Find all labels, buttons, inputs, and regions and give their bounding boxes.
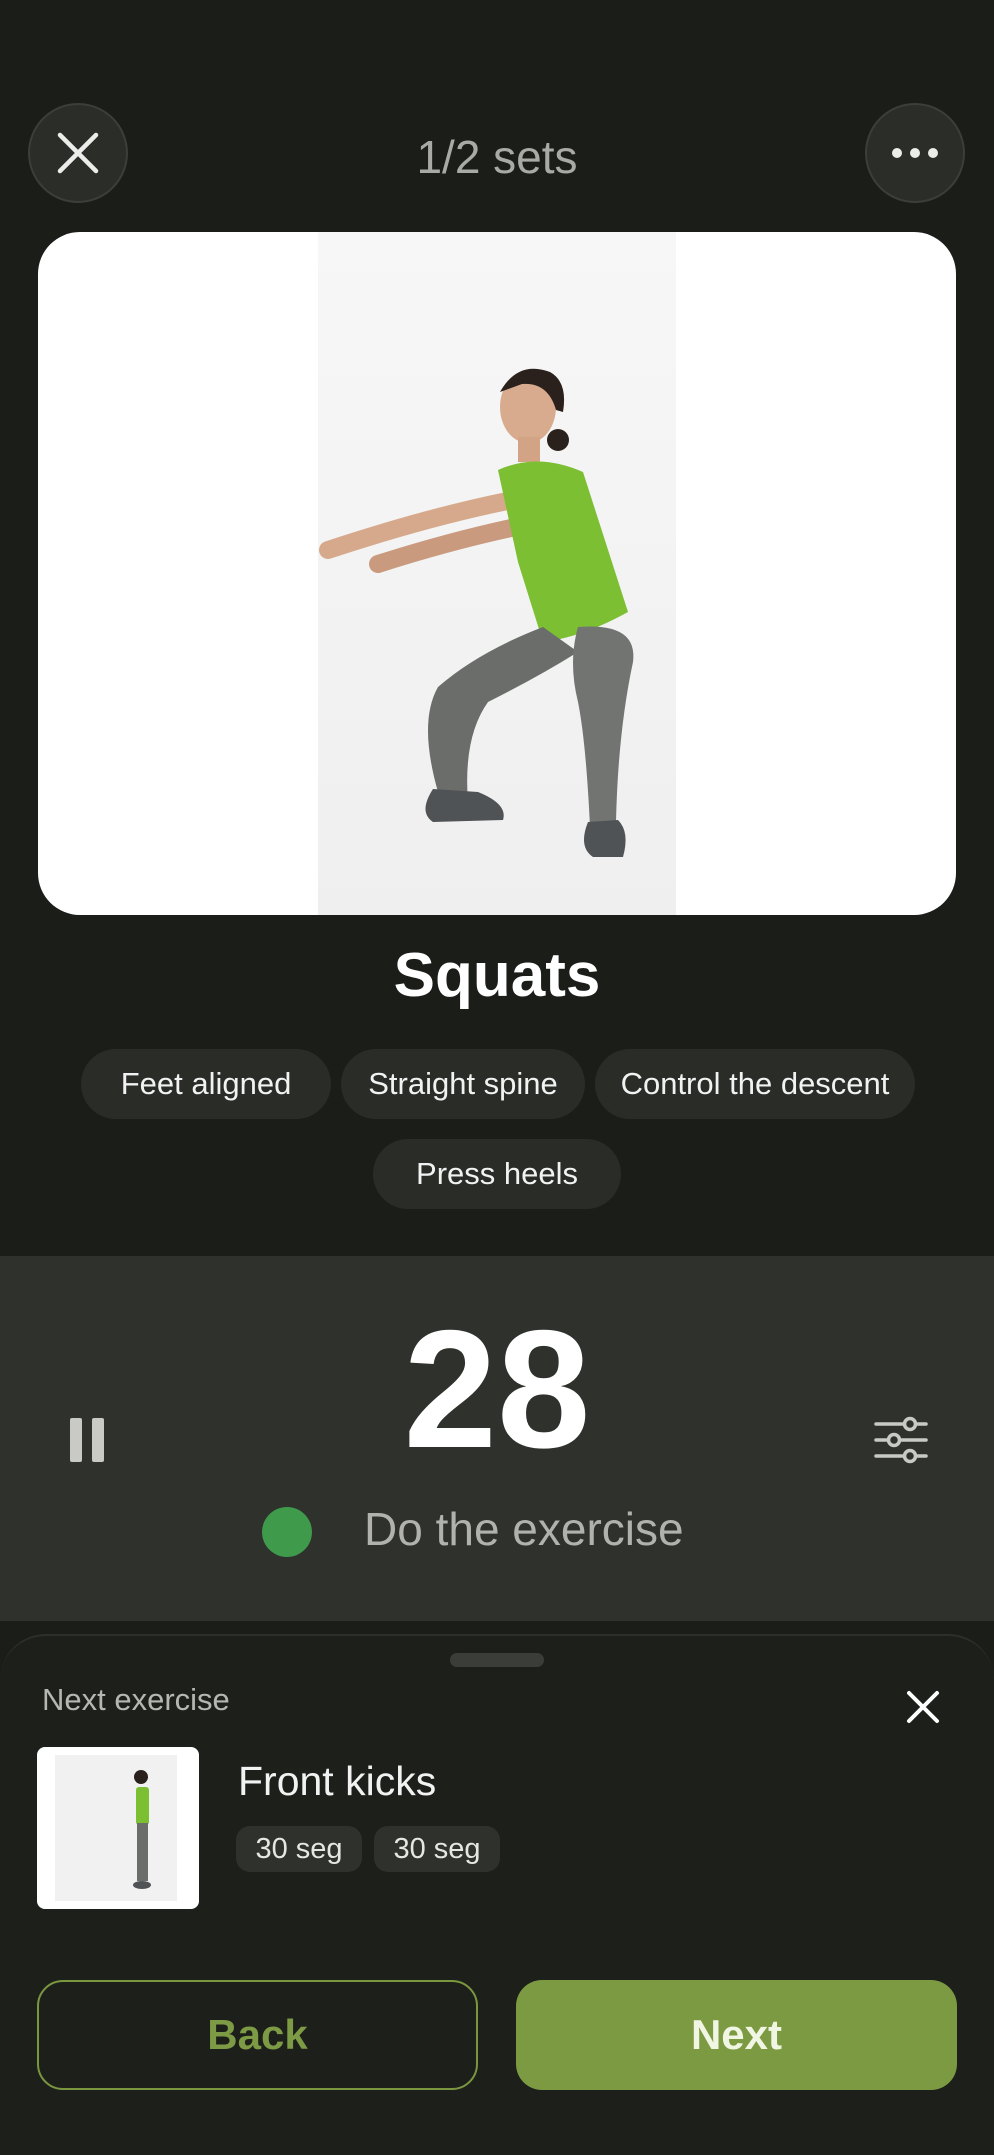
adjust-settings-icon[interactable] [874, 1416, 928, 1464]
next-button[interactable]: Next [516, 1980, 957, 2090]
tip-chip: Press heels [373, 1139, 621, 1209]
sheet-drag-handle[interactable] [450, 1653, 544, 1667]
countdown-value: 28 [403, 1295, 591, 1483]
tip-chip: Feet aligned [81, 1049, 331, 1119]
duration-tag: 30 seg [374, 1826, 500, 1872]
workout-screen: 1/2 sets Squats Feet aligned Straight sp… [0, 0, 994, 2155]
next-exercise-thumbnail [37, 1747, 199, 1909]
close-icon[interactable] [906, 1690, 940, 1724]
duration-tag: 30 seg [236, 1826, 362, 1872]
squat-figure-illustration [319, 368, 634, 857]
status-indicator-dot [262, 1507, 312, 1557]
exercise-image [38, 232, 956, 915]
sets-counter: 1/2 sets [416, 131, 578, 183]
more-dots-icon [892, 148, 938, 158]
exercise-title: Squats [393, 941, 601, 1010]
back-button[interactable]: Back [37, 1980, 478, 2090]
tip-chip: Straight spine [341, 1049, 585, 1119]
more-options-button[interactable] [865, 103, 965, 203]
next-exercise-label: Next exercise [42, 1682, 230, 1717]
next-exercise-name: Front kicks [238, 1758, 437, 1804]
tip-chip: Control the descent [595, 1049, 915, 1119]
standing-figure-illustration [133, 1770, 151, 1889]
status-text: Do the exercise [364, 1503, 684, 1555]
